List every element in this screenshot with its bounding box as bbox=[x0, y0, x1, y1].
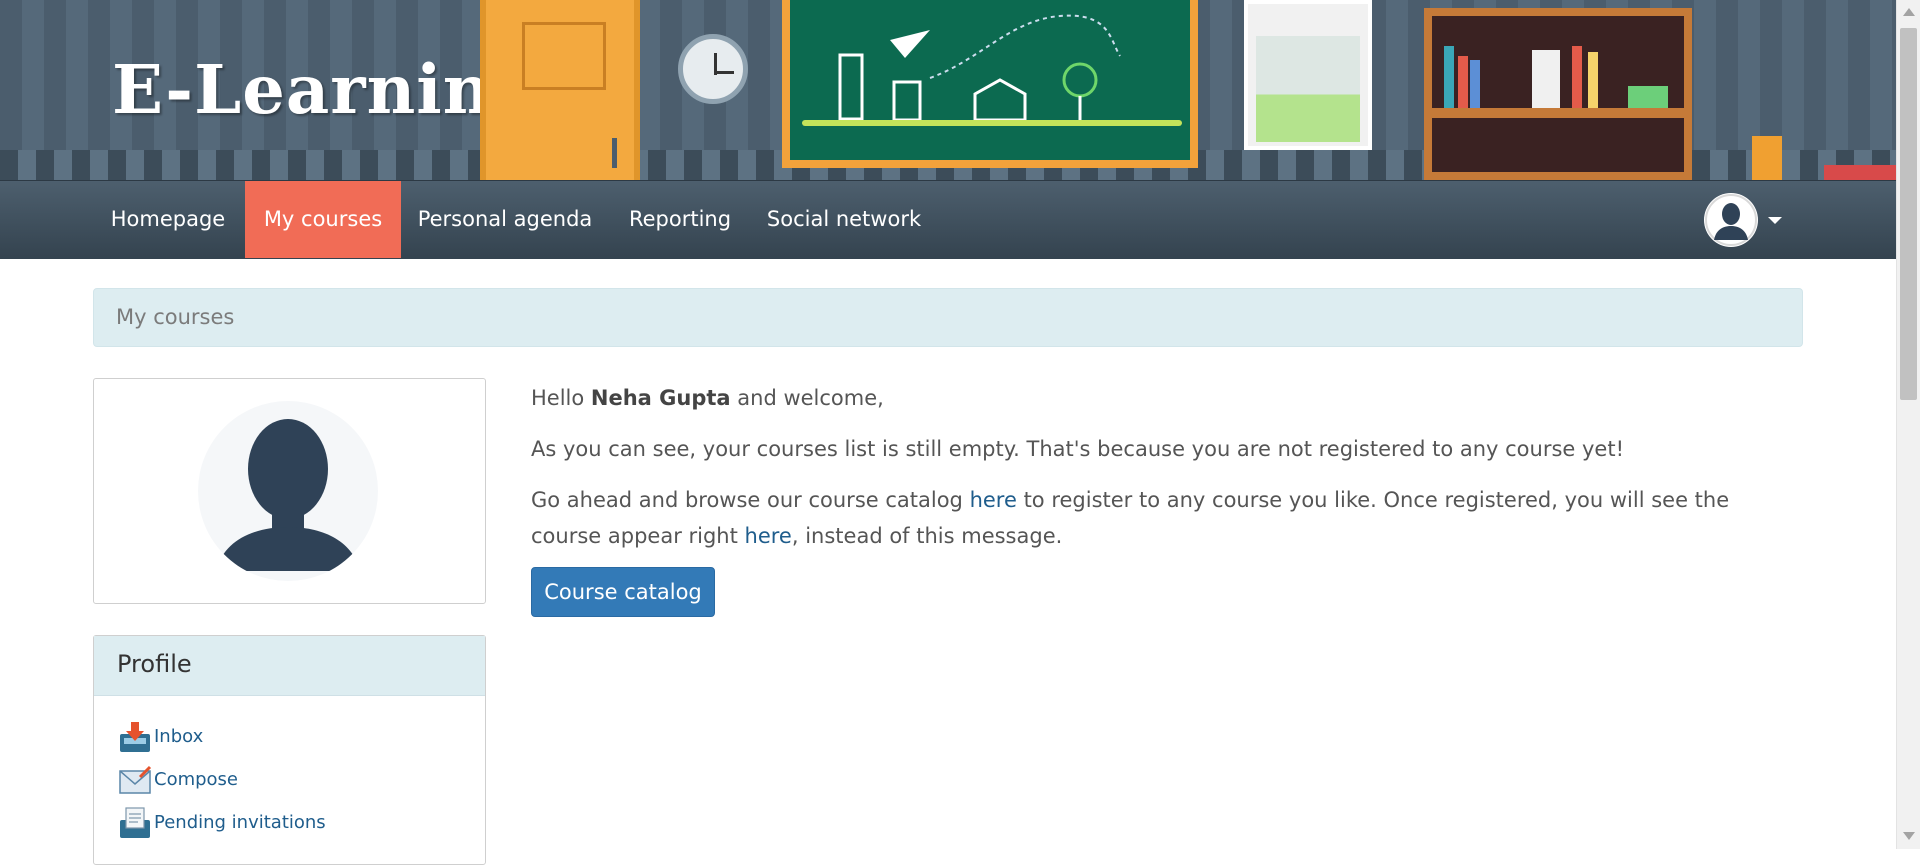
user-name: Neha Gupta bbox=[590, 386, 731, 410]
scroll-down-icon[interactable] bbox=[1903, 832, 1915, 840]
bookshelf-illustration bbox=[1424, 8, 1692, 180]
avatar[interactable] bbox=[198, 401, 378, 581]
scroll-up-icon[interactable] bbox=[1903, 8, 1915, 16]
browse-suffix: , instead of this message. bbox=[791, 524, 1063, 548]
catalog-here-link[interactable]: here bbox=[970, 488, 1017, 512]
chalkboard-illustration bbox=[782, 0, 1198, 168]
profile-item-label: Pending invitations bbox=[154, 812, 326, 833]
greeting-suffix: and welcome, bbox=[730, 386, 884, 410]
nav-item-personal-agenda[interactable]: Personal agenda bbox=[401, 181, 609, 258]
browse-prefix: Go ahead and browse our course catalog bbox=[531, 488, 970, 512]
nav-item-social-network[interactable]: Social network bbox=[751, 181, 937, 258]
clock-icon bbox=[678, 34, 748, 104]
book-illustration bbox=[1824, 165, 1896, 180]
empty-courses-message: As you can see, your courses list is sti… bbox=[531, 437, 1624, 461]
profile-panel: Profile Inbox Compose Pending invitation… bbox=[93, 635, 486, 865]
site-logo[interactable]: E-Learning bbox=[112, 50, 540, 129]
greeting-prefix: Hello bbox=[531, 386, 591, 410]
user-menu-dropdown[interactable] bbox=[1704, 193, 1788, 247]
main-content: Hello Neha Gupta and welcome, As you can… bbox=[531, 380, 1801, 569]
door-illustration bbox=[480, 0, 640, 180]
breadcrumb: My courses bbox=[93, 288, 1803, 347]
page-scrollbar[interactable] bbox=[1896, 0, 1920, 849]
nav-item-my-courses[interactable]: My courses bbox=[245, 181, 401, 258]
main-navbar: Homepage My courses Personal agenda Repo… bbox=[0, 180, 1896, 259]
profile-item-label: Compose bbox=[154, 769, 239, 790]
nav-item-reporting[interactable]: Reporting bbox=[609, 181, 751, 258]
user-avatar-card bbox=[93, 378, 486, 604]
course-catalog-button[interactable]: Course catalog bbox=[531, 567, 715, 617]
user-avatar-icon[interactable] bbox=[1704, 193, 1758, 247]
profile-item-label: Inbox bbox=[154, 726, 204, 747]
browse-catalog-text: Go ahead and browse our course catalog h… bbox=[531, 482, 1801, 554]
breadcrumb-current: My courses bbox=[116, 305, 235, 329]
compose-icon bbox=[118, 763, 152, 797]
invitations-icon bbox=[118, 806, 152, 840]
courses-here-link[interactable]: here bbox=[745, 524, 792, 548]
profile-panel-title: Profile bbox=[94, 636, 485, 696]
inbox-icon bbox=[118, 720, 152, 754]
greeting-text: Hello Neha Gupta and welcome, bbox=[531, 380, 1801, 416]
header-banner: E-Learning bbox=[0, 0, 1896, 180]
chevron-down-icon[interactable] bbox=[1768, 217, 1782, 224]
nav-item-homepage[interactable]: Homepage bbox=[93, 181, 243, 258]
pencil-cup-illustration bbox=[1752, 136, 1782, 180]
picture-frame-illustration bbox=[1244, 0, 1372, 150]
scrollbar-thumb[interactable] bbox=[1900, 28, 1917, 400]
